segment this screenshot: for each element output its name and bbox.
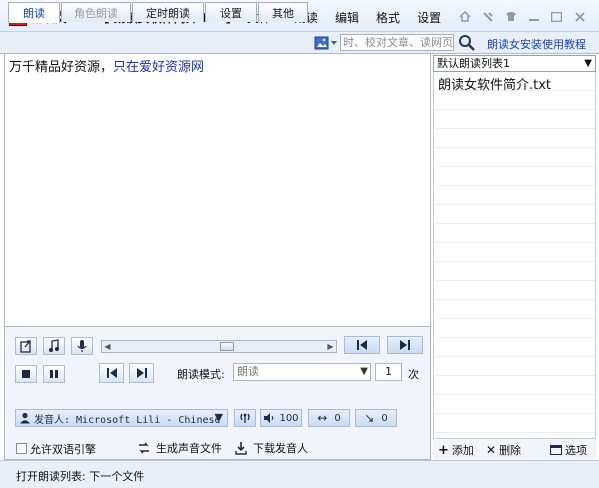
image-mode-button[interactable] bbox=[314, 34, 340, 51]
bilingual-label: 允许双语引擎 bbox=[30, 443, 96, 456]
skip-back-icon bbox=[357, 340, 367, 350]
menu-format[interactable]: 格式 bbox=[376, 9, 400, 26]
antenna-icon bbox=[240, 413, 250, 423]
download-voice-label: 下载发音人 bbox=[253, 442, 308, 455]
bilingual-checkbox[interactable] bbox=[16, 443, 27, 454]
repeat-count-input[interactable]: 1 bbox=[375, 363, 402, 381]
skin-icon[interactable] bbox=[499, 8, 522, 25]
scroll-right-icon[interactable]: ▶ bbox=[326, 342, 335, 351]
speed-icon: ↔ bbox=[317, 411, 328, 425]
minimize-icon[interactable] bbox=[522, 8, 545, 25]
menu-edit[interactable]: 编辑 bbox=[335, 9, 359, 26]
close-icon[interactable] bbox=[568, 8, 591, 25]
search-icon[interactable] bbox=[458, 34, 476, 52]
tab-other[interactable]: 其他 bbox=[258, 2, 308, 22]
download-voice-button[interactable]: 下载发音人 bbox=[234, 440, 308, 456]
voice-select[interactable]: 发音人: Microsoft Lili - Chinese ▼ bbox=[15, 409, 228, 427]
generate-audio-button[interactable]: 生成声音文件 bbox=[137, 440, 222, 456]
options-label: 选项 bbox=[565, 444, 587, 457]
maximize-icon[interactable] bbox=[545, 8, 568, 25]
editor-text-plain: 万千精品好资源， bbox=[9, 60, 114, 75]
speed-control[interactable]: ↔ 0 bbox=[308, 409, 350, 427]
volume-control[interactable]: 100 bbox=[260, 409, 302, 427]
tab-settings[interactable]: 设置 bbox=[205, 2, 257, 22]
repeat-unit-label: 次 bbox=[408, 368, 419, 381]
scroll-left-icon[interactable]: ◀ bbox=[103, 342, 112, 351]
person-icon bbox=[20, 412, 30, 424]
prev-icon bbox=[106, 368, 117, 378]
image-icon bbox=[314, 36, 337, 49]
playlist: 朗读女软件简介.txt bbox=[433, 72, 596, 439]
chevron-down-icon: ▼ bbox=[360, 366, 368, 377]
voice-settings-button[interactable] bbox=[234, 409, 256, 427]
convert-icon bbox=[139, 442, 149, 454]
tab-timed-read[interactable]: 定时朗读 bbox=[132, 2, 204, 22]
pause-button[interactable] bbox=[43, 365, 65, 383]
voice-label: 发音人: Microsoft Lili - Chinese bbox=[34, 414, 221, 426]
playlist-dropdown-icon: ▼ bbox=[584, 58, 592, 69]
speed-value: 0 bbox=[334, 412, 341, 424]
text-editor[interactable]: 万千精品好资源，只在爱好资源网 bbox=[4, 54, 431, 327]
progress-slider[interactable]: ◀ ▶ bbox=[101, 340, 337, 353]
window-icon bbox=[550, 445, 562, 455]
previous-sentence-button[interactable] bbox=[99, 363, 124, 383]
editor-content: 万千精品好资源，只在爱好资源网 bbox=[9, 56, 204, 75]
playback-panel: ◀ ▶ 朗读模式: 朗读 ▼ 1 次 发音人: Microsoft Lili -… bbox=[4, 327, 431, 460]
stop-icon bbox=[22, 370, 30, 378]
generate-audio-label: 生成声音文件 bbox=[156, 442, 222, 455]
download-icon bbox=[235, 442, 247, 455]
read-mode-value: 朗读 bbox=[237, 365, 259, 378]
progress-thumb[interactable] bbox=[220, 342, 234, 351]
pause-icon bbox=[50, 370, 58, 378]
playlist-name: 默认朗读列表1 bbox=[437, 57, 510, 70]
home-icon[interactable] bbox=[453, 8, 476, 25]
install-tutorial-link[interactable]: 朗读女安装使用教程 bbox=[487, 36, 586, 52]
tab-role-read[interactable]: 角色朗读 bbox=[61, 2, 131, 22]
next-icon bbox=[136, 368, 147, 378]
options-button[interactable]: 选项 bbox=[550, 442, 587, 458]
delete-icon: ✕ bbox=[486, 443, 497, 457]
status-bar: 打开朗读列表: 下一个文件 bbox=[0, 460, 599, 488]
list-item[interactable]: 朗读女软件简介.txt bbox=[438, 74, 551, 93]
read-mode-label: 朗读模式: bbox=[177, 368, 225, 381]
pitch-value: 0 bbox=[381, 412, 388, 424]
voice-dropdown-icon: ▼ bbox=[214, 411, 223, 424]
volume-value: 100 bbox=[279, 412, 299, 424]
stop-button[interactable] bbox=[15, 365, 37, 383]
playlist-select[interactable]: 默认朗读列表1 ▼ bbox=[433, 55, 596, 72]
skip-forward-icon bbox=[400, 340, 410, 350]
next-sentence-button[interactable] bbox=[129, 363, 154, 383]
volume-icon bbox=[264, 413, 274, 423]
window-controls bbox=[453, 8, 591, 25]
search-input[interactable]: 时、校对文章、读网页时 bbox=[340, 34, 454, 51]
add-button[interactable]: + 添加 bbox=[438, 442, 474, 458]
delete-label: 删除 bbox=[499, 444, 522, 457]
menu-settings[interactable]: 设置 bbox=[417, 9, 441, 26]
tools-icon[interactable] bbox=[476, 8, 499, 25]
previous-section-button[interactable] bbox=[344, 336, 380, 354]
pitch-control[interactable]: ↘ 0 bbox=[355, 409, 397, 427]
plus-icon: + bbox=[438, 442, 449, 458]
editor-text-highlight: 只在爱好资源网 bbox=[113, 60, 205, 75]
pitch-icon: ↘ bbox=[364, 411, 375, 425]
music-icon[interactable] bbox=[43, 337, 65, 355]
read-mode-select[interactable]: 朗读 ▼ bbox=[233, 363, 371, 381]
delete-button[interactable]: ✕ 删除 bbox=[486, 442, 521, 458]
open-file-icon[interactable] bbox=[15, 337, 37, 355]
tab-read[interactable]: 朗读 bbox=[8, 2, 60, 23]
next-section-button[interactable] bbox=[387, 336, 423, 354]
microphone-icon[interactable] bbox=[71, 337, 93, 355]
add-label: 添加 bbox=[451, 444, 474, 457]
playlist-toolbar: + 添加 ✕ 删除 选项 bbox=[433, 439, 596, 460]
status-text: 打开朗读列表: 下一个文件 bbox=[16, 470, 145, 483]
